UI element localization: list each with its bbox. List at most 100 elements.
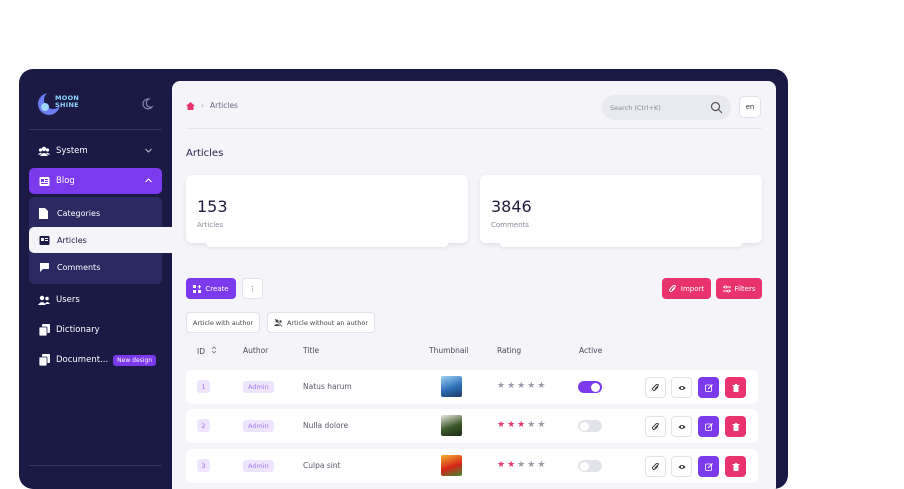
stat-label: Comments [491,221,529,229]
sidebar-item-label: Articles [57,235,87,245]
users-off-icon [274,318,283,327]
moonshine-logo[interactable]: MOON SHINE [36,89,96,119]
sidebar-item-blog[interactable]: Blog [29,168,162,194]
view-button[interactable] [671,377,692,398]
sidebar-item-label: Users [56,295,80,305]
chip-label: Article with author [193,318,254,327]
search-placeholder: Search (Ctrl+K) [610,103,661,112]
column-header-id[interactable]: ID [197,346,217,356]
paperclip-icon [651,422,659,430]
edit-icon [704,422,713,431]
author-badge: Admin [243,420,274,432]
active-toggle[interactable] [578,460,602,472]
attach-button[interactable] [645,456,666,477]
delete-button[interactable] [725,416,746,437]
star-icon: ★ [507,420,516,430]
edit-button[interactable] [698,456,719,477]
sidebar-item-users[interactable]: Users [29,287,162,313]
import-label: Import [680,284,705,293]
filter-chip-with-author[interactable]: Article with author [186,312,261,333]
page-title: Articles [186,148,224,159]
star-icon: ★ [497,460,506,470]
row-id-badge: 2 [197,419,210,432]
language-switcher[interactable]: en [739,96,761,118]
delete-button[interactable] [725,377,746,398]
home-icon[interactable] [186,101,195,110]
dark-mode-toggle-icon[interactable] [140,97,154,111]
chevron-up-icon [145,178,152,183]
star-icon: ★ [497,381,506,391]
stat-card-articles: 153 Articles [186,175,468,247]
sidebar-item-label: Comments [57,262,101,272]
toggle-knob [591,382,600,392]
thumbnail-image[interactable] [441,415,462,436]
search-input[interactable]: Search (Ctrl+K) [602,95,731,120]
row-title: Natus harum [303,382,352,391]
newspaper-icon [39,235,51,246]
more-actions-button[interactable]: ⋮ [242,278,263,299]
row-title: Nulla dolore [303,421,349,430]
documents-icon [38,354,50,366]
import-button[interactable]: Import [662,278,711,299]
sidebar-item-dictionary[interactable]: Dictionary [29,317,162,343]
star-icon: ★ [537,420,546,430]
trash-icon [732,422,739,431]
stat-value: 153 [197,197,228,216]
trash-icon [732,383,739,392]
sidebar-item-label: System [56,146,88,156]
column-header-title: Title [303,346,320,355]
create-label: Create [205,284,229,293]
star-icon: ★ [527,381,536,391]
view-button[interactable] [671,416,692,437]
star-icon: ★ [497,420,506,430]
sidebar-item-documentation[interactable]: Document... New design [29,347,162,373]
table-row[interactable]: 3 Admin Culpa sint ★ ★ ★ ★ ★ [186,449,758,483]
grid-plus-icon [193,284,202,293]
sidebar: MOON SHINE System Blog Categories Articl… [19,69,172,489]
create-button[interactable]: Create [186,278,236,299]
breadcrumb-separator: › [201,101,204,110]
active-toggle[interactable] [578,381,602,393]
column-header-author: Author [243,346,269,355]
stat-label: Articles [197,221,224,229]
users-group-icon [38,145,50,157]
star-icon: ★ [527,420,536,430]
thumbnail-image[interactable] [441,376,462,397]
attach-button[interactable] [645,416,666,437]
eye-icon [678,424,685,429]
filter-chip-without-author[interactable]: Article without an author [267,312,376,333]
rating-stars: ★ ★ ★ ★ ★ [497,420,545,430]
attach-button[interactable] [645,377,666,398]
app-window: MOON SHINE System Blog Categories Articl… [19,69,788,489]
header-divider [186,128,762,129]
sidebar-item-label: Dictionary [56,325,100,335]
edit-button[interactable] [698,416,719,437]
filters-button[interactable]: Filters [716,278,762,299]
view-button[interactable] [671,456,692,477]
sidebar-divider [29,129,162,130]
paperclip-icon [651,383,659,391]
edit-button[interactable] [698,377,719,398]
delete-button[interactable] [725,456,746,477]
documents-icon [38,324,50,336]
row-id-badge: 1 [197,380,210,393]
filters-label: Filters [734,284,756,293]
sidebar-item-categories[interactable]: Categories [29,200,162,226]
breadcrumb-current: Articles [210,101,238,110]
sidebar-item-system[interactable]: System [29,138,162,164]
row-title: Culpa sint [303,461,341,470]
star-icon: ★ [517,381,526,391]
search-icon [710,101,723,114]
star-icon: ★ [507,381,516,391]
star-icon: ★ [537,381,546,391]
table-row[interactable]: 2 Admin Nulla dolore ★ ★ ★ ★ ★ [186,409,758,443]
eye-icon [678,385,685,390]
table-row[interactable]: 1 Admin Natus harum ★ ★ ★ ★ ★ [186,370,758,404]
sidebar-item-articles[interactable]: Articles [29,227,172,253]
rating-stars: ★ ★ ★ ★ ★ [497,460,545,470]
star-icon: ★ [537,460,546,470]
breadcrumb: › Articles [186,101,238,110]
sidebar-item-comments[interactable]: Comments [29,254,162,280]
card-shadow-strip [206,243,448,247]
active-toggle[interactable] [578,420,602,432]
